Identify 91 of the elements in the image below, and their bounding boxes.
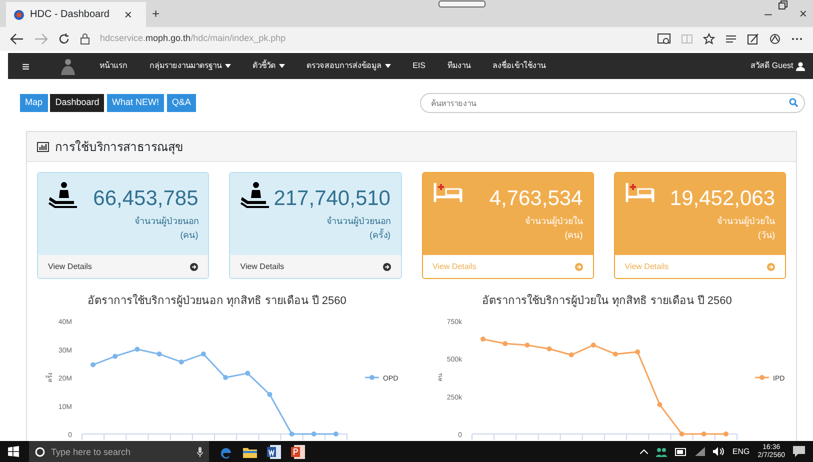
doctor-patient-icon — [48, 181, 78, 209]
nav-link[interactable]: EIS — [412, 60, 426, 72]
people-icon[interactable] — [656, 446, 668, 456]
data-point — [723, 431, 728, 436]
data-point — [613, 351, 618, 356]
data-point — [502, 340, 508, 346]
nav-link[interactable]: หน้าแรก — [100, 60, 128, 72]
data-point — [546, 346, 552, 351]
caret-up-icon[interactable] — [640, 449, 648, 454]
reading-view-icon[interactable] — [657, 33, 671, 45]
stat-unit: (คน) — [180, 228, 198, 242]
cortana-icon — [35, 446, 45, 456]
data-point — [200, 351, 206, 356]
arrow-circle-icon[interactable] — [382, 262, 390, 270]
nav-link[interactable]: ตรวจสอบการส่งข้อมูล — [306, 60, 391, 72]
network-icon[interactable] — [695, 447, 706, 456]
microphone-icon — [197, 446, 203, 456]
folder-app-icon[interactable] — [243, 446, 257, 458]
presentation-app-icon[interactable] — [291, 444, 305, 458]
stat-label: จำนวนผู้ป่วยใน — [717, 215, 775, 228]
data-point — [701, 431, 706, 436]
data-point — [178, 358, 184, 364]
stat-unit: (ครั้ง) — [370, 228, 390, 242]
search-icon[interactable] — [789, 98, 798, 107]
taskbar-search-field[interactable]: Type here to search — [29, 441, 209, 462]
data-point — [289, 431, 294, 436]
menu-button[interactable]: ≡ — [16, 60, 36, 72]
panel-title: การใช้บริการสาธารณสุข — [55, 138, 183, 156]
data-point — [333, 431, 338, 436]
close-window-button[interactable]: × — [793, 0, 813, 27]
user-icon — [796, 62, 805, 70]
nav-tab[interactable]: Dashboard — [50, 94, 104, 112]
data-point — [223, 374, 228, 380]
user-link[interactable]: สวัสดี Guest — [750, 60, 805, 72]
data-point — [134, 346, 140, 352]
back-icon[interactable] — [10, 33, 24, 45]
stat-value: 4,763,534 — [489, 186, 583, 210]
data-point — [156, 351, 162, 356]
bar-chart-icon — [37, 142, 49, 152]
data-point — [590, 342, 596, 348]
windows-icon[interactable] — [8, 446, 19, 457]
nav-link[interactable]: ลงชื่อเข้าใช้งาน — [492, 60, 546, 72]
stat-label: จำนวนผู้ป่วยนอก — [326, 215, 390, 228]
stat-value: 66,453,785 — [93, 186, 198, 210]
data-point — [311, 431, 316, 436]
restore-icon[interactable] — [778, 0, 788, 10]
arrow-circle-icon[interactable] — [190, 262, 198, 270]
stat-value: 217,740,510 — [274, 186, 390, 210]
stat-label: จำนวนผู้ป่วยใน — [524, 215, 583, 228]
legend-marker — [365, 374, 379, 380]
note-icon[interactable] — [747, 33, 759, 45]
data-point — [245, 370, 250, 376]
refresh-icon[interactable] — [58, 33, 70, 45]
close-tab-button[interactable]: × — [118, 8, 138, 21]
stat-value: 19,452,063 — [670, 186, 775, 210]
data-point — [524, 342, 530, 348]
chart-title: อัตราการใช้บริการผู้ป่วยนอก ทุกสิทธิ รายเดือน ปี 2560 — [86, 293, 348, 309]
document-app-icon[interactable] — [267, 444, 281, 458]
chart-title: อัตราการใช้บริการผู้ป่วยใน ทุกสิทธิ รายเดือน ปี 2560 — [481, 293, 733, 309]
lock-icon — [80, 33, 90, 45]
doctor-patient-icon — [240, 181, 270, 209]
notification-icon[interactable] — [793, 446, 805, 457]
hospital-bed-icon — [432, 181, 462, 203]
new-tab-button[interactable]: + — [146, 0, 166, 27]
stat-label: จำนวนผู้ป่วยนอก — [134, 215, 198, 228]
view-details-link[interactable]: View Details — [48, 260, 92, 272]
minimize-button[interactable]: – — [758, 0, 778, 27]
data-point — [635, 348, 640, 354]
data-point — [480, 336, 486, 342]
data-point — [90, 362, 96, 367]
stat-unit: (วัน) — [758, 228, 775, 242]
nav-link[interactable]: ทีมงาน — [448, 60, 470, 72]
data-point — [679, 431, 684, 436]
nav-link[interactable]: กลุ่มรายงานมาตรฐาน — [150, 60, 231, 72]
data-point — [267, 391, 272, 396]
data-point — [568, 352, 574, 357]
star-icon[interactable] — [703, 33, 715, 45]
language-indicator[interactable]: ENG — [732, 446, 750, 458]
nav-link[interactable]: ตัวชี้วัด — [252, 60, 285, 72]
volume-icon[interactable] — [713, 447, 724, 456]
tab-title: HDC - Dashboard — [30, 8, 110, 22]
page-icon — [14, 10, 24, 20]
search-field[interactable]: ค้นหารายงาน — [420, 93, 805, 113]
legend-marker — [755, 374, 769, 380]
view-details-link[interactable]: View Details — [240, 260, 284, 272]
data-point — [657, 402, 662, 407]
browser-tab[interactable]: HDC - Dashboard × — [6, 2, 146, 27]
battery-icon[interactable] — [675, 448, 688, 456]
stat-unit: (คน) — [564, 228, 583, 242]
hospital-bed-icon — [624, 181, 655, 203]
data-point — [112, 353, 118, 358]
